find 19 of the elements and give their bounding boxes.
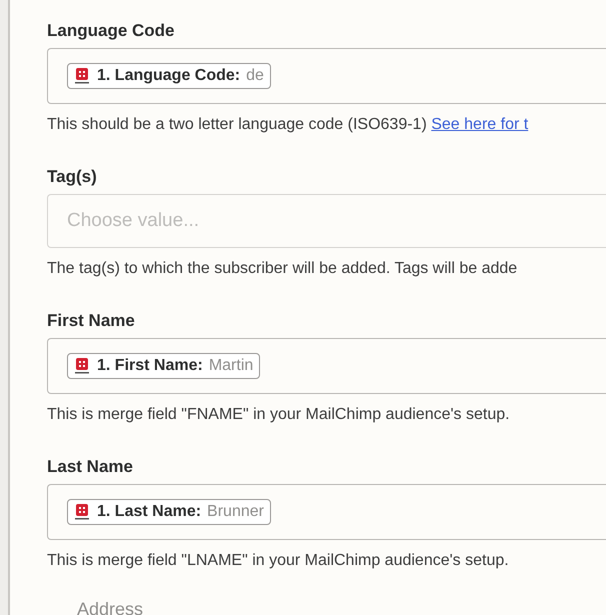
help-text: The tag(s) to which the subscriber will be added. Tags will be adde [47, 260, 518, 278]
field-label: First Name [47, 311, 136, 331]
mapped-value-pill[interactable]: 1. First Name: Martin [67, 353, 260, 379]
app-logo-icon [73, 357, 91, 375]
help-text: This is merge field "FNAME" in your MailChimp audience's setup. [47, 406, 511, 424]
mapped-value-pill[interactable]: 1. Last Name: Brunner [67, 499, 271, 525]
app-logo-icon [73, 503, 91, 521]
app-logo-icon [73, 67, 91, 85]
select-field[interactable]: Choose value... [47, 194, 606, 248]
help-link[interactable]: See here for t [431, 116, 528, 133]
input-field[interactable]: 1. First Name: Martin [47, 338, 606, 394]
mapped-value-pill[interactable]: 1. Language Code: de [67, 63, 271, 89]
field-label: Language Code [47, 21, 176, 41]
field-label: Last Name [47, 457, 134, 477]
help-text: This is merge field "LNAME" in your MailChimp audience's setup. [47, 552, 510, 570]
input-field[interactable]: 1. Language Code: de [47, 48, 606, 104]
help-text: This should be a two letter language code (ISO639-1) See here for t [47, 116, 530, 134]
field-label: Tag(s) [47, 167, 98, 187]
input-field[interactable]: 1. Last Name: Brunner [47, 484, 606, 540]
